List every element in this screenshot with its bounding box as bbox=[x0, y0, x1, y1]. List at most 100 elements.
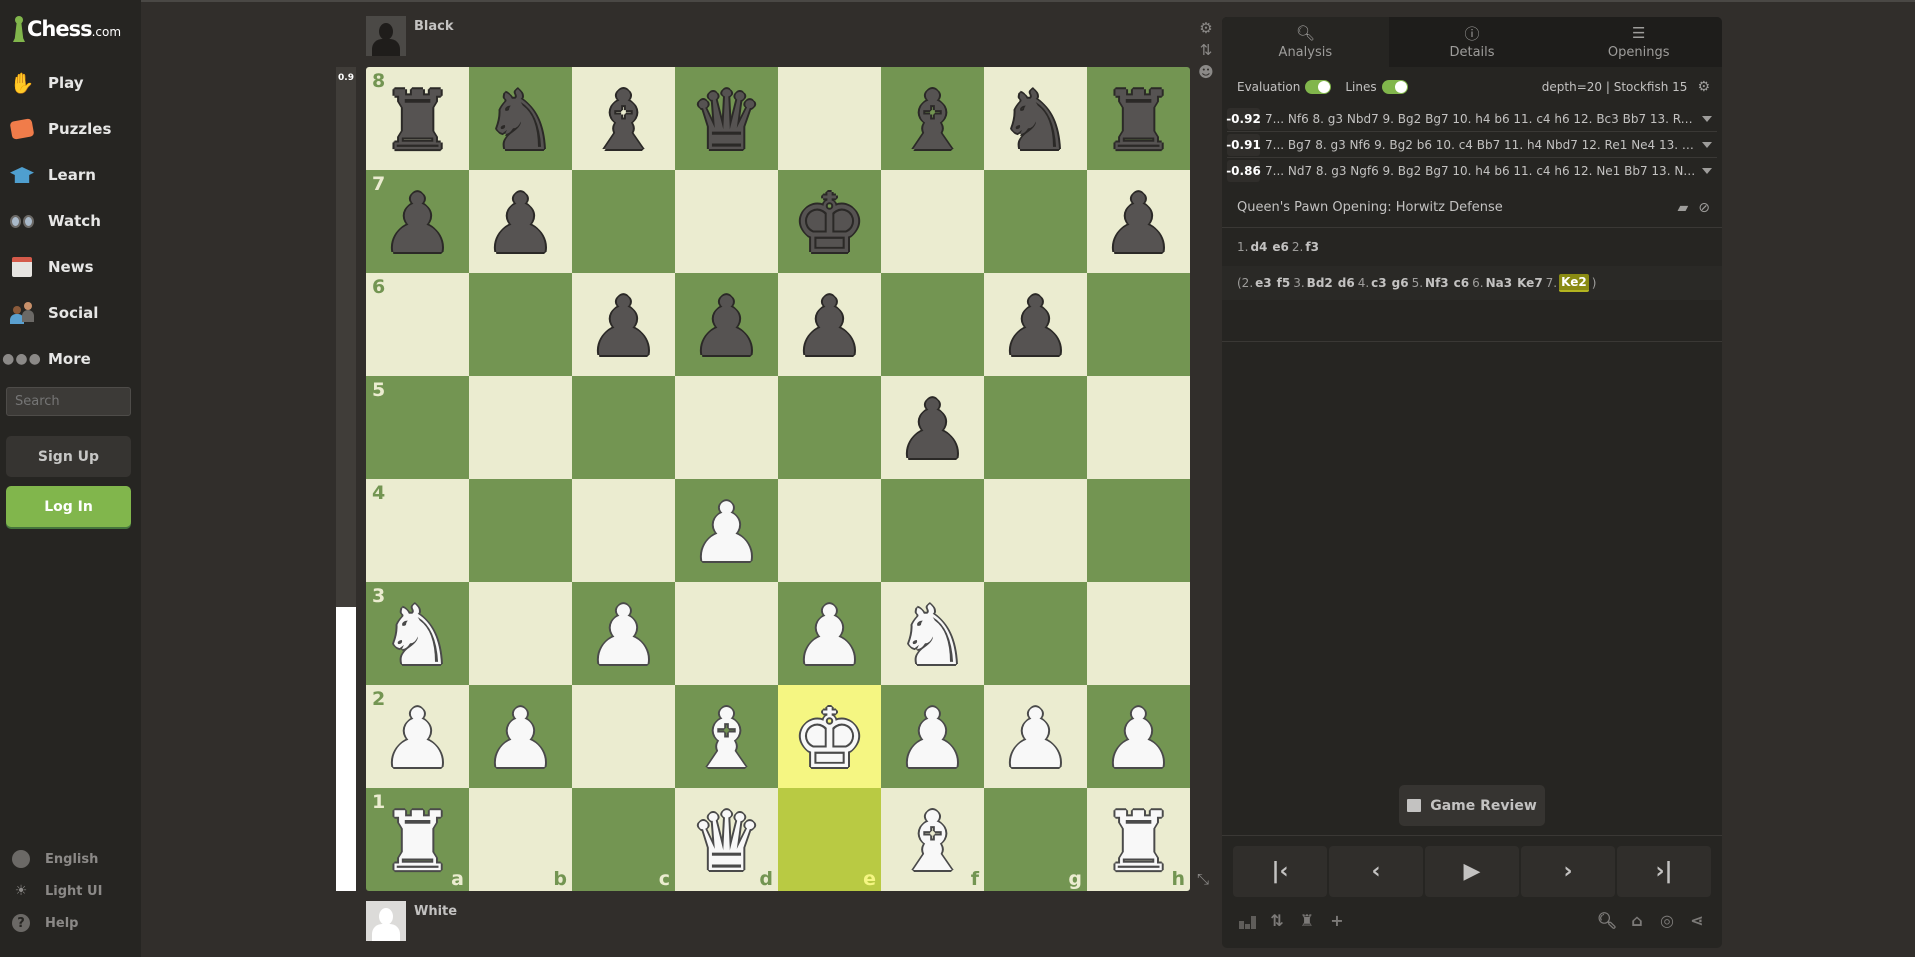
sign-up-button[interactable]: Sign Up bbox=[6, 436, 131, 477]
square-d1[interactable]: d ♛ bbox=[675, 788, 778, 891]
square-d4[interactable]: ♟ bbox=[675, 479, 778, 582]
square-c8[interactable]: ♝ bbox=[572, 67, 675, 170]
engine-line-moves[interactable]: 7... Nd7 8. g3 Ngf6 9. Bg2 Bg7 10. h4 b6… bbox=[1265, 164, 1696, 178]
square-a5[interactable]: 5 bbox=[366, 376, 469, 479]
square-c2[interactable] bbox=[572, 685, 675, 788]
square-h7[interactable]: ♟ bbox=[1087, 170, 1190, 273]
white-pawn-icon[interactable]: ♟ bbox=[1102, 698, 1176, 781]
sidebar-item-social[interactable]: Social bbox=[0, 290, 141, 336]
black-king-icon[interactable]: ♚ bbox=[793, 183, 867, 266]
language-link[interactable]: English bbox=[0, 843, 141, 875]
square-e1[interactable]: e bbox=[778, 788, 881, 891]
square-a7[interactable]: 7 ♟ bbox=[366, 170, 469, 273]
square-a8[interactable]: 8 ♜ bbox=[366, 67, 469, 170]
square-f2[interactable]: ♟ bbox=[881, 685, 984, 788]
move[interactable]: f5 bbox=[1277, 276, 1291, 290]
square-d2[interactable]: ♝ bbox=[675, 685, 778, 788]
square-h4[interactable] bbox=[1087, 479, 1190, 582]
current-move[interactable]: Ke2 bbox=[1559, 274, 1589, 292]
black-player-name[interactable]: Black bbox=[414, 19, 454, 34]
square-h3[interactable] bbox=[1087, 582, 1190, 685]
move[interactable]: e3 bbox=[1255, 276, 1272, 290]
expand-line-caret-icon[interactable] bbox=[1702, 115, 1712, 122]
plus-icon[interactable]: + bbox=[1327, 910, 1347, 930]
square-a3[interactable]: 3 ♞ bbox=[366, 582, 469, 685]
sidebar-item-puzzles[interactable]: Puzzles bbox=[0, 106, 141, 152]
square-c1[interactable]: c bbox=[572, 788, 675, 891]
move[interactable]: d6 bbox=[1338, 276, 1355, 290]
square-g6[interactable]: ♟ bbox=[984, 273, 1087, 376]
black-pawn-icon[interactable]: ♟ bbox=[793, 286, 867, 369]
black-pawn-icon[interactable]: ♟ bbox=[690, 286, 764, 369]
move[interactable]: e6 bbox=[1272, 240, 1289, 254]
white-pawn-icon[interactable]: ♟ bbox=[999, 698, 1073, 781]
square-h5[interactable] bbox=[1087, 376, 1190, 479]
white-pawn-icon[interactable]: ♟ bbox=[381, 698, 455, 781]
previous-move-button[interactable]: ‹ bbox=[1329, 846, 1423, 897]
square-e6[interactable]: ♟ bbox=[778, 273, 881, 376]
sidebar-item-learn[interactable]: Learn bbox=[0, 152, 141, 198]
black-pawn-icon[interactable]: ♟ bbox=[896, 389, 970, 472]
black-pawn-icon[interactable]: ♟ bbox=[587, 286, 661, 369]
square-h1[interactable]: h ♜ bbox=[1087, 788, 1190, 891]
black-pawn-icon[interactable]: ♟ bbox=[1102, 183, 1176, 266]
move[interactable]: f3 bbox=[1305, 240, 1319, 254]
white-pawn-icon[interactable]: ♟ bbox=[587, 595, 661, 678]
sidebar-item-play[interactable]: ✋ Play bbox=[0, 60, 141, 106]
square-c3[interactable]: ♟ bbox=[572, 582, 675, 685]
add-player-icon[interactable]: ☻ bbox=[1197, 61, 1215, 83]
next-move-button[interactable]: › bbox=[1521, 846, 1615, 897]
white-rook-icon[interactable]: ♜ bbox=[381, 801, 455, 884]
white-pawn-icon[interactable]: ♟ bbox=[484, 698, 558, 781]
square-b2[interactable]: ♟ bbox=[469, 685, 572, 788]
white-player-name[interactable]: White bbox=[414, 904, 457, 919]
black-bishop-icon[interactable]: ♝ bbox=[896, 80, 970, 163]
square-g5[interactable] bbox=[984, 376, 1087, 479]
square-b5[interactable] bbox=[469, 376, 572, 479]
black-knight-icon[interactable]: ♞ bbox=[999, 80, 1073, 163]
square-e3[interactable]: ♟ bbox=[778, 582, 881, 685]
chess-board[interactable]: 8 ♜ ♞ ♝ ♛ ♝ ♞ ♜ 7 ♟ ♟ ♚ ♟ 6 ♟ ♟ ♟ ♟ 5 ♟ 4 ♟ 3 ♞ ♟ ♟ ♞ 2 ♟ ♟ ♝ ♚ ♟ ♟ ♟ 1 a ♜ b c… bbox=[366, 67, 1190, 891]
square-f3[interactable]: ♞ bbox=[881, 582, 984, 685]
move[interactable]: Ke7 bbox=[1517, 276, 1543, 290]
target-icon[interactable]: ◎ bbox=[1657, 910, 1677, 930]
play-button[interactable]: ▶ bbox=[1425, 846, 1519, 897]
white-bishop-icon[interactable]: ♝ bbox=[690, 698, 764, 781]
square-f8[interactable]: ♝ bbox=[881, 67, 984, 170]
tab-details[interactable]: ⓘ Details bbox=[1389, 17, 1556, 67]
move[interactable]: d4 bbox=[1250, 240, 1267, 254]
opening-name[interactable]: Queen's Pawn Opening: Horwitz Defense bbox=[1237, 200, 1503, 215]
first-move-button[interactable]: |‹ bbox=[1233, 846, 1327, 897]
black-pawn-icon[interactable]: ♟ bbox=[484, 183, 558, 266]
white-pawn-icon[interactable]: ♟ bbox=[896, 698, 970, 781]
expand-line-caret-icon[interactable] bbox=[1702, 168, 1712, 174]
square-b3[interactable] bbox=[469, 582, 572, 685]
engine-line[interactable]: -0.92 7... Nf6 8. g3 Nbd7 9. Bg2 Bg7 10.… bbox=[1226, 106, 1717, 132]
square-f6[interactable] bbox=[881, 273, 984, 376]
chess-com-logo[interactable]: Chess .com bbox=[12, 12, 121, 42]
lines-toggle[interactable] bbox=[1381, 79, 1408, 94]
square-c4[interactable] bbox=[572, 479, 675, 582]
white-player-avatar[interactable] bbox=[366, 901, 406, 941]
square-e7[interactable]: ♚ bbox=[778, 170, 881, 273]
add-to-library-icon[interactable]: ⌂ bbox=[1627, 910, 1647, 930]
black-bishop-icon[interactable]: ♝ bbox=[587, 80, 661, 163]
square-e8[interactable] bbox=[778, 67, 881, 170]
engine-line[interactable]: -0.91 7... Bg7 8. g3 Nf6 9. Bg2 b6 10. c… bbox=[1226, 132, 1717, 158]
engine-line-moves[interactable]: 7... Nf6 8. g3 Nbd7 9. Bg2 Bg7 10. h4 b6… bbox=[1265, 112, 1696, 126]
flip-board-icon[interactable]: ⇅ bbox=[1197, 39, 1215, 61]
black-pawn-icon[interactable]: ♟ bbox=[381, 183, 455, 266]
sidebar-item-more[interactable]: ●●● More bbox=[0, 336, 141, 382]
resize-board-icon[interactable]: ⤡ bbox=[1197, 870, 1209, 888]
square-b6[interactable] bbox=[469, 273, 572, 376]
game-review-button[interactable]: Game Review bbox=[1399, 785, 1545, 826]
square-c7[interactable] bbox=[572, 170, 675, 273]
square-g8[interactable]: ♞ bbox=[984, 67, 1087, 170]
square-d5[interactable] bbox=[675, 376, 778, 479]
square-a2[interactable]: 2 ♟ bbox=[366, 685, 469, 788]
opening-book-icon[interactable]: ▰ bbox=[1677, 200, 1688, 216]
square-f7[interactable] bbox=[881, 170, 984, 273]
sidebar-item-news[interactable]: News bbox=[0, 244, 141, 290]
light-ui-link[interactable]: ☀ Light UI bbox=[0, 875, 141, 907]
square-f5[interactable]: ♟ bbox=[881, 376, 984, 479]
